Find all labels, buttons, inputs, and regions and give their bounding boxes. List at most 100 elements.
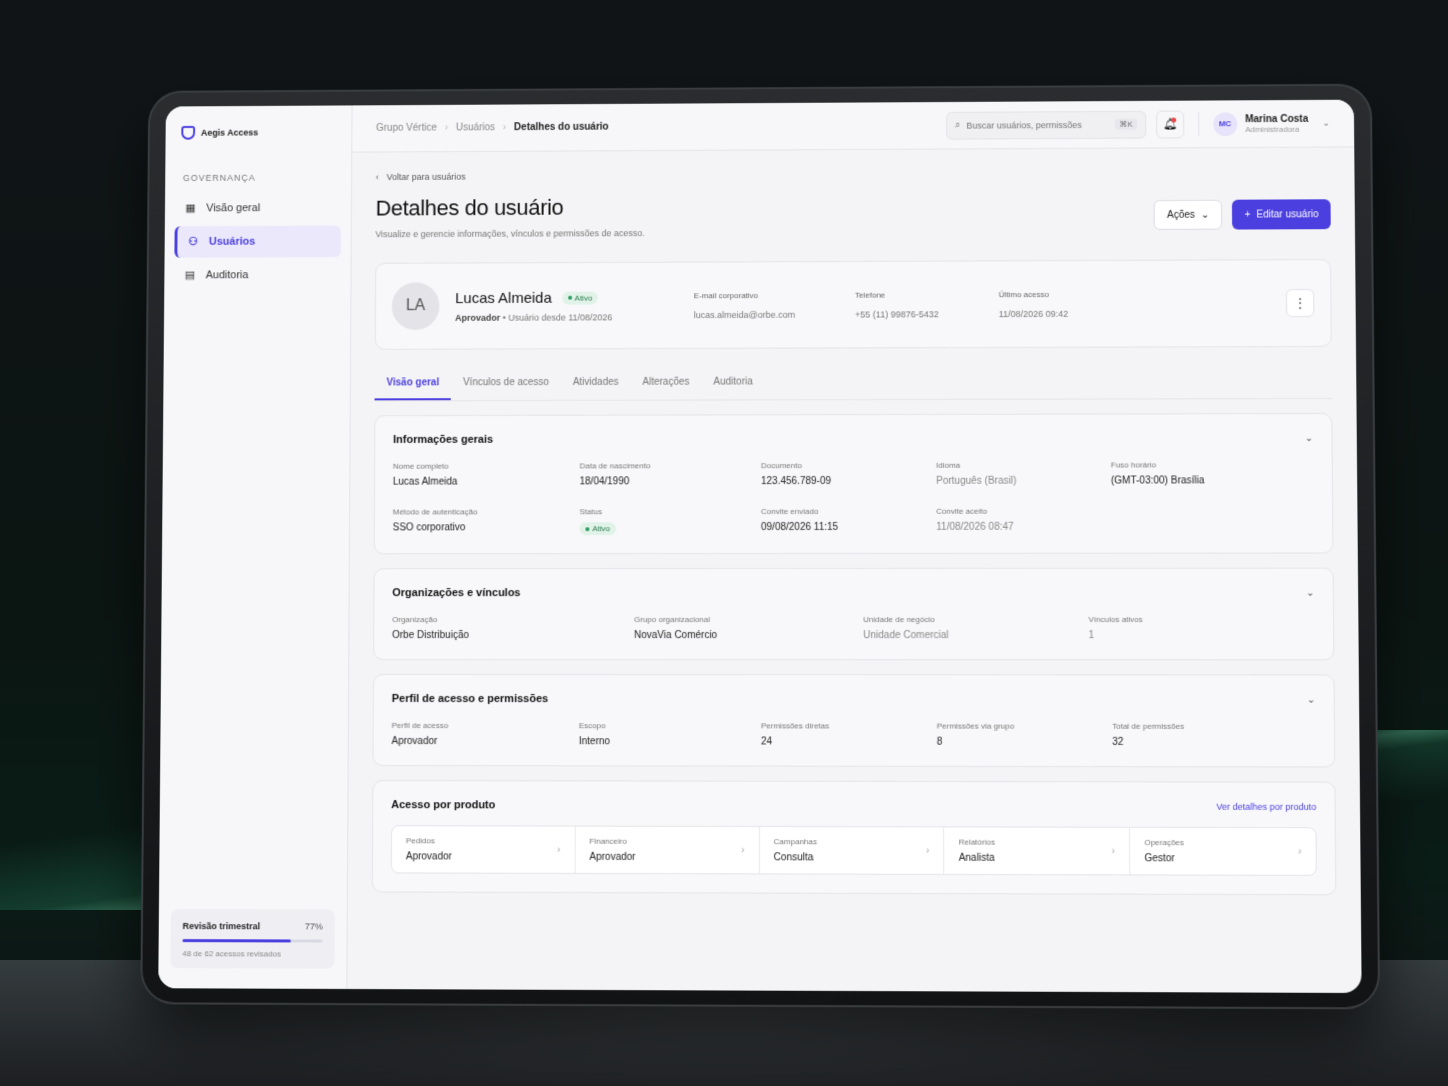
chevron-right-icon: › [1111, 845, 1116, 857]
search-box[interactable]: ⌕ ⌘K [945, 110, 1146, 140]
section-title: Organizações e vínculos [392, 587, 521, 600]
product-item-operacoes[interactable]: Operações Gestor › [1130, 828, 1316, 875]
edit-user-label: Editar usuário [1256, 208, 1319, 220]
user-menu[interactable]: MC Marina Costa Administradora ⌄ [1197, 111, 1330, 136]
breadcrumb-item-current: Detalhes do usuário [514, 121, 609, 134]
avatar: LA [391, 282, 440, 330]
field-value: 18/04/1990 [579, 476, 630, 488]
field-business-unit: Unidade de negócio Unidade Comercial [863, 615, 1088, 641]
page-title: Detalhes do usuário [375, 194, 564, 221]
product-details-link[interactable]: Ver detalhes por produto [1216, 802, 1316, 812]
sidebar-item-label: Usuários [208, 235, 256, 248]
field-value: Unidade Comercial [863, 630, 949, 642]
tab-alteracoes[interactable]: Alterações [631, 367, 702, 400]
tab-vinculos[interactable]: Vínculos de acesso [451, 367, 561, 400]
tab-visao-geral[interactable]: Visão geral [374, 367, 452, 401]
tab-atividades[interactable]: Atividades [561, 367, 631, 400]
section-title: Acesso por produto [391, 799, 496, 812]
product-item-campanhas[interactable]: Campanhas Consulta › [759, 826, 945, 874]
brand-name: Aegis Access [200, 127, 259, 138]
phone-value: +55 (11) 99876-5432 [855, 308, 939, 320]
field-label: Unidade de negócio [863, 615, 935, 625]
review-percent: 77% [304, 921, 323, 932]
breadcrumb-item-users[interactable]: Usuários [456, 122, 495, 133]
field-full-name: Nome completo Lucas Almeida [393, 461, 580, 488]
search-icon: ⌕ [954, 119, 961, 131]
general-info-section: Informações gerais ⌄ Nome completo Lucas … [373, 412, 1334, 555]
field-status: Status Ativo [579, 507, 761, 536]
profile-since: Usuário desde 11/08/2026 [508, 311, 613, 323]
chevron-down-icon[interactable]: ⌄ [1307, 694, 1316, 705]
review-subtitle: 48 de 62 acessos revisados [182, 949, 281, 959]
product-label: Campanhas [773, 837, 818, 847]
status-dot-icon [585, 526, 590, 531]
field-label: Data de nascimento [579, 461, 651, 471]
product-item-pedidos[interactable]: Pedidos Aprovador › [391, 826, 576, 873]
chevron-right-icon: › [557, 844, 561, 856]
field-label: Permissões diretas [761, 721, 830, 731]
product-label: Relatórios [958, 837, 995, 847]
product-list: Pedidos Aprovador › Financeiro Aprovador › C… [390, 825, 1317, 876]
chevron-right-icon: › [502, 122, 507, 134]
field-label: Documento [760, 461, 802, 471]
tab-auditoria[interactable]: Auditoria [701, 367, 764, 400]
profile-last-access: Último acesso 11/08/2026 09:42 [999, 289, 1069, 319]
content: ‹ Voltar para usuários Detalhes do usuár… [348, 147, 1361, 915]
field-label: Método de autenticação [392, 507, 478, 517]
chevron-right-icon: › [444, 122, 449, 134]
chevron-down-icon[interactable]: ⌄ [1305, 433, 1314, 444]
field-label: Convite aceito [936, 506, 988, 516]
status-dot-icon [567, 295, 572, 300]
field-active-links: Vínculos ativos 1 [1088, 615, 1315, 641]
field-label: Escopo [578, 721, 606, 731]
product-role: Aprovador [405, 851, 452, 863]
product-item-relatorios[interactable]: Relatórios Analista › [944, 827, 1131, 875]
chevron-right-icon: › [1297, 845, 1302, 858]
profile-name: Lucas Almeida [455, 289, 552, 307]
field-timezone: Fuso horário (GMT-03:00) Brasília [1111, 460, 1314, 486]
field-value: 09/08/2026 11:15 [760, 521, 839, 534]
quarterly-review-card[interactable]: Revisão trimestral 77% 48 de 62 acessos … [170, 908, 335, 969]
actions-button[interactable]: Ações ⌄ [1153, 199, 1223, 230]
sidebar-item-usuarios[interactable]: ⚇ Usuários [174, 225, 341, 258]
field-value: NovaVia Comércio [634, 630, 718, 642]
field-value: (GMT-03:00) Brasília [1110, 475, 1205, 487]
field-label: Status [579, 507, 603, 517]
chevron-down-icon[interactable]: ⌄ [1306, 587, 1315, 598]
review-title: Revisão trimestral [182, 921, 261, 932]
field-auth-method: Método de autenticação SSO corporativo [393, 507, 580, 535]
field-invite-sent: Convite enviado 09/08/2026 11:15 [761, 507, 936, 535]
field-organization: Organização Orbe Distribuição [392, 615, 634, 641]
product-label: Operações [1144, 837, 1185, 848]
chevron-down-icon: ⌄ [1200, 209, 1210, 221]
general-fields: Nome completo Lucas Almeida Data de nasci… [393, 460, 1314, 536]
search-input[interactable] [966, 119, 1110, 131]
page-header: Detalhes do usuário Visualize e gerencie… [375, 191, 1331, 239]
notifications-button[interactable]: 🔔︎ [1155, 110, 1184, 139]
profile-identity: Lucas Almeida Ativo Aprovador • Usuário … [455, 289, 613, 323]
sidebar-item-label: Visão geral [206, 202, 261, 215]
profile-role: Aprovador [455, 312, 501, 323]
field-invite-accepted: Convite aceito 11/08/2026 08:47 [936, 507, 1111, 535]
users-icon: ⚇ [188, 235, 199, 248]
product-item-financeiro[interactable]: Financeiro Aprovador › [575, 826, 760, 874]
more-options-button[interactable]: ⋮ [1285, 289, 1315, 318]
field-label: Perfil de acesso [391, 720, 449, 731]
page-actions: Ações ⌄ + Editar usuário [1153, 199, 1331, 230]
access-fields: Perfil de acesso Aprovador Escopo Interno … [391, 721, 1315, 748]
field-label: Fuso horário [1110, 460, 1157, 470]
avatar: MC [1212, 111, 1238, 136]
email-value[interactable]: lucas.almeida@orbe.com [694, 309, 795, 319]
edit-user-button[interactable]: + Editar usuário [1232, 199, 1331, 230]
brand[interactable]: Aegis Access [175, 121, 341, 144]
sidebar-item-auditoria[interactable]: ▤ Auditoria [174, 259, 341, 291]
field-value: Interno [578, 736, 611, 748]
main-area: Grupo Vértice › Usuários › Detalhes do u… [347, 99, 1361, 993]
field-value: SSO corporativo [392, 522, 466, 534]
field-value: 24 [761, 736, 773, 748]
back-link[interactable]: ‹ Voltar para usuários [376, 167, 1331, 182]
sidebar-section-label: GOVERNANÇA [182, 172, 256, 183]
sidebar-item-visao-geral[interactable]: ▦ Visão geral [175, 192, 342, 224]
breadcrumb-item-group[interactable]: Grupo Vértice [376, 123, 437, 134]
chevron-right-icon: › [741, 844, 745, 856]
